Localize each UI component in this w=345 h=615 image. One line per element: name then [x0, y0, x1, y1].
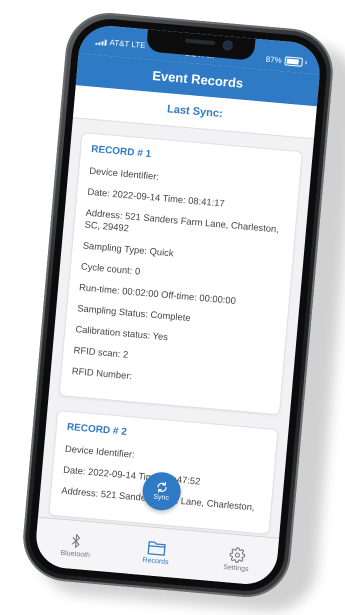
tab-settings-label: Settings [223, 563, 249, 573]
app-screen: AT&T LTE 9:24 AM 87% Event Records Last … [33, 23, 323, 587]
carrier-indicator: AT&T LTE [95, 37, 146, 50]
tab-bluetooth-label: Bluetooth [60, 549, 91, 559]
battery-indicator: 87% [265, 55, 307, 68]
record-card[interactable]: RECORD # 1 Device Identifier: Date: 2022-0… [58, 131, 303, 416]
bluetooth-icon [72, 533, 81, 548]
tab-bluetooth[interactable]: Bluetooth [45, 530, 107, 560]
phone-frame: AT&T LTE 9:24 AM 87% Event Records Last … [19, 9, 337, 601]
battery-percent: 87% [265, 54, 283, 66]
stage: AT&T LTE 9:24 AM 87% Event Records Last … [0, 0, 345, 615]
records-list[interactable]: RECORD # 1 Device Identifier: Date: 2022-0… [38, 117, 314, 539]
camera-icon [222, 39, 234, 51]
folder-icon [147, 540, 166, 556]
battery-icon [284, 56, 304, 67]
sync-button-label: Sync [153, 493, 170, 502]
tab-settings[interactable]: Settings [206, 544, 268, 574]
signal-icon [95, 38, 107, 46]
gear-icon [229, 546, 245, 563]
sync-icon [157, 481, 167, 493]
tab-records-label: Records [142, 556, 169, 566]
tab-records[interactable]: Records [125, 537, 187, 567]
speaker-grille [184, 38, 216, 46]
carrier-label: AT&T LTE [109, 38, 146, 51]
